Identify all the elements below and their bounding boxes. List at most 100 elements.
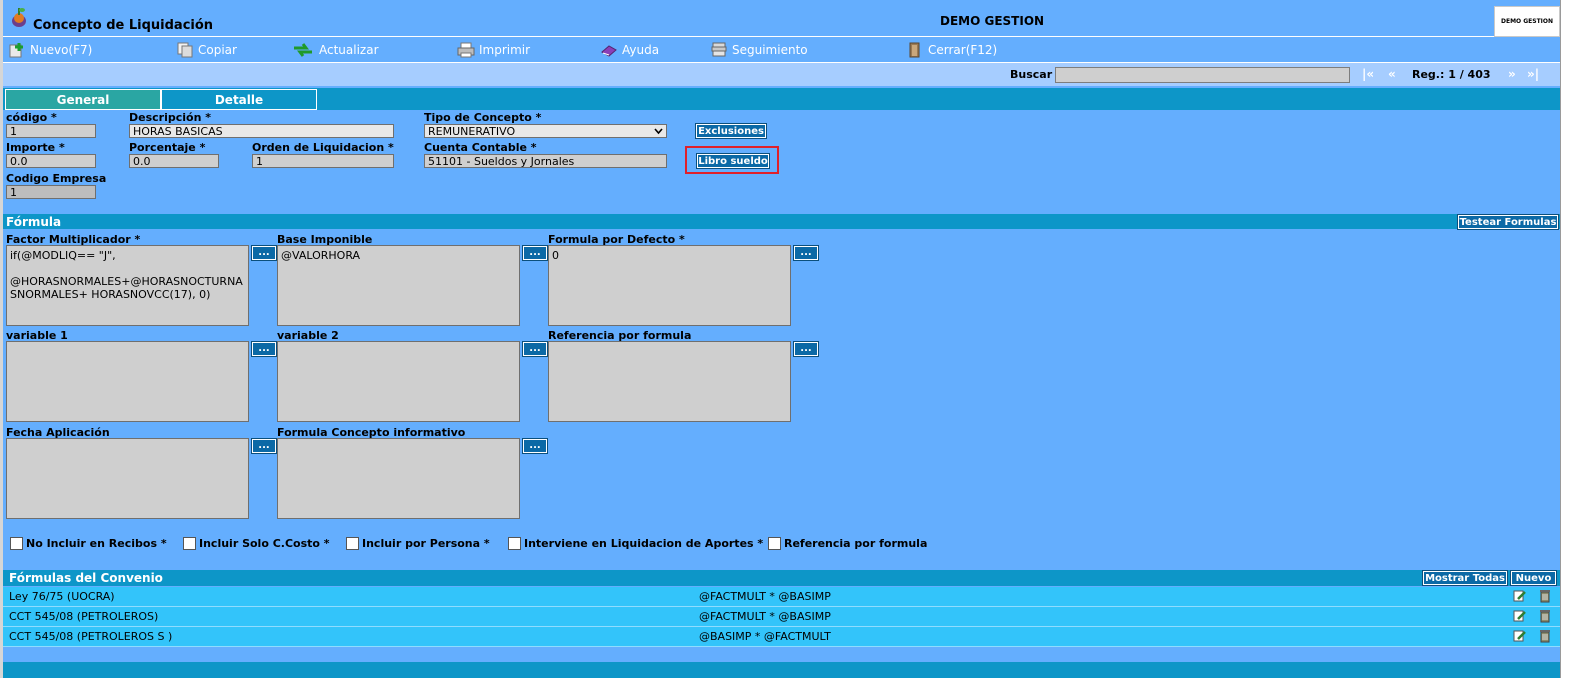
codigo-field[interactable]: 1 [6,124,96,138]
variable-1-textarea[interactable] [6,341,249,422]
delete-icon[interactable] [1538,589,1552,603]
variable-2-textarea[interactable] [277,341,520,422]
edit-icon[interactable] [1513,589,1527,603]
copy-button[interactable]: Copiar [176,42,237,58]
table-row: CCT 545/08 (PETROLEROS) @FACTMULT * @BAS… [3,607,1560,627]
incluir-solo-ccosto-label: Incluir Solo C.Costo * [199,537,330,550]
tracking-icon [711,42,727,57]
convenio-name: CCT 545/08 (PETROLEROS) [9,610,159,623]
codigo-label: código * [6,111,57,124]
convenio-formula: @FACTMULT * @BASIMP [699,610,831,623]
close-label: Cerrar(F12) [928,43,998,57]
formula-section-title: Fórmula [6,215,62,229]
edit-icon[interactable] [1513,609,1527,623]
referencia-formula-editor-button[interactable]: ... [793,341,819,357]
factor-multiplicador-editor-button[interactable]: ... [251,245,277,261]
orden-liquidacion-field[interactable]: 1 [252,154,394,168]
delete-icon[interactable] [1538,609,1552,623]
cuenta-contable-label: Cuenta Contable * [424,141,537,154]
base-imponible-editor-button[interactable]: ... [522,245,548,261]
formula-defecto-editor-button[interactable]: ... [793,245,819,261]
last-record-button[interactable]: »| [1527,67,1539,81]
no-incluir-recibos-checkbox[interactable]: No Incluir en Recibos * [10,537,167,550]
company-logo-text: DEMO GESTION [1500,18,1554,25]
variable-2-editor-button[interactable]: ... [522,341,548,357]
search-input[interactable] [1055,67,1350,83]
convenio-formula: @FACTMULT * @BASIMP [699,590,831,603]
refresh-label: Actualizar [319,43,379,57]
exclusiones-button[interactable]: Exclusiones [695,123,767,139]
table-row: CCT 545/08 (PETROLEROS S ) @BASIMP * @FA… [3,627,1560,647]
codigo-empresa-field: 1 [6,185,96,199]
base-imponible-textarea[interactable]: @VALORHORA [277,245,520,326]
help-label: Ayuda [622,43,660,57]
tipo-concepto-label: Tipo de Concepto * [424,111,542,124]
help-button[interactable]: Ayuda [600,42,659,58]
porcentaje-field[interactable]: 0.0 [129,154,219,168]
libro-sueldo-button[interactable]: Libro sueldo [696,153,770,169]
search-label: Buscar [1010,68,1053,81]
nuevo-convenio-button[interactable]: Nuevo [1510,570,1557,586]
table-row: Ley 76/75 (UOCRA) @FACTMULT * @BASIMP [3,587,1560,607]
importe-field[interactable]: 0.0 [6,154,96,168]
variable-1-editor-button[interactable]: ... [251,341,277,357]
checkbox-box[interactable] [508,537,521,550]
delete-icon[interactable] [1538,629,1552,643]
record-counter: Reg.: 1 / 403 [1412,68,1491,81]
formula-defecto-textarea[interactable]: 0 [548,245,791,326]
checkbox-box[interactable] [346,537,359,550]
checkbox-box[interactable] [768,537,781,550]
refresh-button[interactable]: Actualizar [291,42,379,58]
cuenta-contable-field[interactable]: 51101 - Sueldos y Jornales [424,154,667,168]
checkbox-box[interactable] [10,537,23,550]
tab-detalle[interactable]: Detalle [161,89,317,110]
help-icon [601,45,617,57]
importe-label: Importe * [6,141,65,154]
descripcion-field[interactable]: HORAS BASICAS [129,124,394,138]
title-bar [3,3,1560,37]
no-incluir-recibos-label: No Incluir en Recibos * [26,537,167,550]
window-right-margin [1560,0,1593,678]
tipo-concepto-select[interactable]: REMUNERATIVO [424,124,667,138]
test-formulas-button[interactable]: Testear Formulas [1457,214,1559,230]
incluir-solo-ccosto-checkbox[interactable]: Incluir Solo C.Costo * [183,537,330,550]
porcentaje-label: Porcentaje * [129,141,206,154]
window-right-border [1560,0,1561,678]
app-logo-icon [12,8,26,27]
convenio-formula: @BASIMP * @FACTMULT [699,630,831,643]
tab-general[interactable]: General [5,89,161,110]
print-button[interactable]: Imprimir [457,42,530,58]
convenio-section-title: Fórmulas del Convenio [9,571,163,585]
mostrar-todas-button[interactable]: Mostrar Todas [1422,570,1508,586]
refresh-icon [294,43,312,57]
interviene-aportes-checkbox[interactable]: Interviene en Liquidacion de Aportes * [508,537,763,550]
convenio-name: CCT 545/08 (PETROLEROS S ) [9,630,173,643]
copy-label: Copiar [198,43,237,57]
previous-record-button[interactable]: « [1388,67,1396,81]
formula-section-header: Fórmula [3,214,1560,229]
convenio-name: Ley 76/75 (UOCRA) [9,590,115,603]
checkbox-box[interactable] [183,537,196,550]
referencia-formula-textarea[interactable] [548,341,791,422]
close-button[interactable]: Cerrar(F12) [906,42,997,58]
page-title: Concepto de Liquidación [33,18,214,33]
new-button[interactable]: Nuevo(F7) [8,42,92,58]
new-icon [9,43,23,58]
concepto-informativo-textarea[interactable] [277,438,520,519]
referencia-formula-checkbox[interactable]: Referencia por formula [768,537,927,550]
next-section-header [3,662,1560,678]
edit-icon[interactable] [1513,629,1527,643]
new-label: Nuevo(F7) [30,43,93,57]
concepto-informativo-editor-button[interactable]: ... [522,438,548,454]
tracking-label: Seguimiento [732,43,808,57]
next-record-button[interactable]: » [1508,67,1516,81]
tracking-button[interactable]: Seguimiento [710,42,808,58]
factor-multiplicador-textarea[interactable]: if(@MODLIQ== "J", @HORASNORMALES+@HORASN… [6,245,249,326]
fecha-aplicacion-textarea[interactable] [6,438,249,519]
codigo-empresa-label: Codigo Empresa [6,172,107,185]
incluir-por-persona-checkbox[interactable]: Incluir por Persona * [346,537,490,550]
first-record-button[interactable]: |« [1362,67,1374,81]
chevron-down-icon [654,128,663,135]
fecha-aplicacion-editor-button[interactable]: ... [251,438,277,454]
company-name: DEMO GESTION [940,14,1045,28]
